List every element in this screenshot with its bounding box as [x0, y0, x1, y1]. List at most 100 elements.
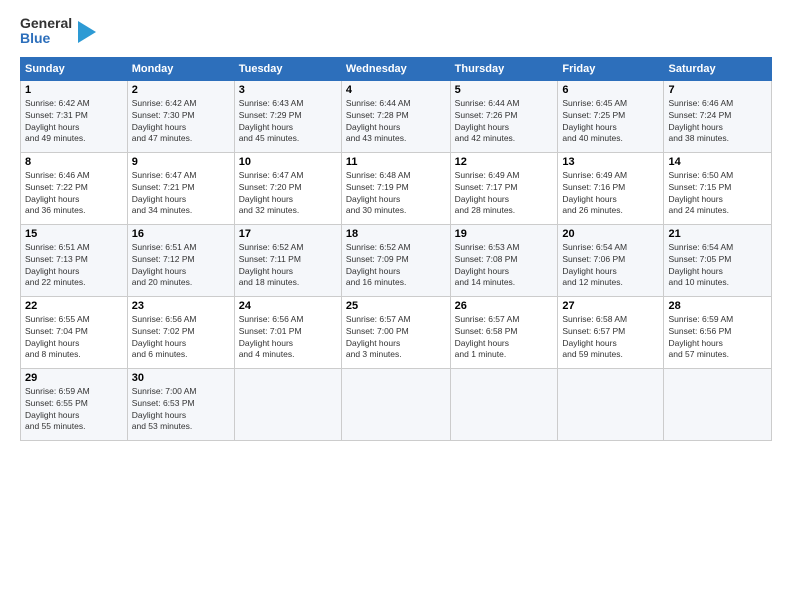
day-number: 18 — [346, 228, 446, 240]
day-number: 30 — [132, 372, 230, 384]
day-info: Sunrise: 6:42 AMSunset: 7:30 PMDaylight … — [132, 98, 230, 146]
day-info: Sunrise: 6:43 AMSunset: 7:29 PMDaylight … — [239, 98, 337, 146]
calendar-cell: 1 Sunrise: 6:42 AMSunset: 7:31 PMDaylight… — [21, 80, 128, 152]
day-number: 6 — [562, 84, 659, 96]
day-number: 16 — [132, 228, 230, 240]
calendar-cell: 9 Sunrise: 6:47 AMSunset: 7:21 PMDaylight… — [127, 152, 234, 224]
col-wednesday: Wednesday — [341, 57, 450, 80]
calendar-cell: 15Sunrise: 6:51 AMSunset: 7:13 PMDayligh… — [21, 224, 128, 296]
calendar-cell: 30 Sunrise: 7:00 AMSunset: 6:53 PMDayligh… — [127, 368, 234, 440]
day-info: Sunrise: 6:49 AMSunset: 7:16 PMDaylight … — [562, 170, 659, 218]
day-info: Sunrise: 6:56 AMSunset: 7:02 PMDaylight … — [132, 314, 230, 362]
day-info: Sunrise: 6:42 AMSunset: 7:31 PMDaylight … — [25, 98, 123, 146]
col-tuesday: Tuesday — [234, 57, 341, 80]
day-info: Sunrise: 6:57 AMSunset: 7:00 PMDaylight … — [346, 314, 446, 362]
calendar-cell: 6 Sunrise: 6:45 AMSunset: 7:25 PMDaylight… — [558, 80, 664, 152]
page-header: General Blue — [20, 16, 772, 47]
day-info: Sunrise: 7:00 AMSunset: 6:53 PMDaylight … — [132, 386, 230, 434]
calendar-cell: 19 Sunrise: 6:53 AMSunset: 7:08 PMDayligh… — [450, 224, 558, 296]
day-number: 21 — [668, 228, 767, 240]
day-info: Sunrise: 6:46 AMSunset: 7:24 PMDaylight … — [668, 98, 767, 146]
day-number: 14 — [668, 156, 767, 168]
day-number: 10 — [239, 156, 337, 168]
calendar-cell: 7 Sunrise: 6:46 AMSunset: 7:24 PMDaylight… — [664, 80, 772, 152]
day-info: Sunrise: 6:52 AMSunset: 7:09 PMDaylight … — [346, 242, 446, 290]
calendar-cell: 5 Sunrise: 6:44 AMSunset: 7:26 PMDaylight… — [450, 80, 558, 152]
calendar-cell: 27Sunrise: 6:58 AMSunset: 6:57 PMDayligh… — [558, 296, 664, 368]
day-number: 4 — [346, 84, 446, 96]
day-info: Sunrise: 6:45 AMSunset: 7:25 PMDaylight … — [562, 98, 659, 146]
logo-blue: Blue — [20, 31, 72, 46]
day-number: 20 — [562, 228, 659, 240]
calendar-cell: 13 Sunrise: 6:49 AMSunset: 7:16 PMDayligh… — [558, 152, 664, 224]
day-info: Sunrise: 6:44 AMSunset: 7:26 PMDaylight … — [455, 98, 554, 146]
day-info: Sunrise: 6:57 AMSunset: 6:58 PMDaylight … — [455, 314, 554, 362]
day-number: 15 — [25, 228, 123, 240]
col-sunday: Sunday — [21, 57, 128, 80]
logo-wordmark: General Blue — [20, 16, 72, 47]
day-info: Sunrise: 6:55 AMSunset: 7:04 PMDaylight … — [25, 314, 123, 362]
calendar-table: Sunday Monday Tuesday Wednesday Thursday… — [20, 57, 772, 441]
day-number: 1 — [25, 84, 123, 96]
day-info: Sunrise: 6:59 AMSunset: 6:56 PMDaylight … — [668, 314, 767, 362]
day-info: Sunrise: 6:50 AMSunset: 7:15 PMDaylight … — [668, 170, 767, 218]
calendar-cell: 11 Sunrise: 6:48 AMSunset: 7:19 PMDayligh… — [341, 152, 450, 224]
page-container: General Blue Sunday Monday Tuesday Wedne… — [0, 0, 792, 451]
day-info: Sunrise: 6:46 AMSunset: 7:22 PMDaylight … — [25, 170, 123, 218]
calendar-cell — [341, 368, 450, 440]
calendar-cell: 21Sunrise: 6:54 AMSunset: 7:05 PMDayligh… — [664, 224, 772, 296]
day-number: 19 — [455, 228, 554, 240]
day-number: 22 — [25, 300, 123, 312]
calendar-cell — [664, 368, 772, 440]
col-thursday: Thursday — [450, 57, 558, 80]
day-number: 8 — [25, 156, 123, 168]
logo-arrow-icon — [78, 21, 96, 43]
day-number: 7 — [668, 84, 767, 96]
calendar-cell: 28 Sunrise: 6:59 AMSunset: 6:56 PMDayligh… — [664, 296, 772, 368]
day-info: Sunrise: 6:48 AMSunset: 7:19 PMDaylight … — [346, 170, 446, 218]
calendar-cell: 2 Sunrise: 6:42 AMSunset: 7:30 PMDaylight… — [127, 80, 234, 152]
day-info: Sunrise: 6:47 AMSunset: 7:21 PMDaylight … — [132, 170, 230, 218]
day-number: 17 — [239, 228, 337, 240]
day-number: 25 — [346, 300, 446, 312]
day-number: 24 — [239, 300, 337, 312]
day-info: Sunrise: 6:51 AMSunset: 7:12 PMDaylight … — [132, 242, 230, 290]
calendar-cell: 29Sunrise: 6:59 AMSunset: 6:55 PMDayligh… — [21, 368, 128, 440]
day-number: 29 — [25, 372, 123, 384]
day-info: Sunrise: 6:44 AMSunset: 7:28 PMDaylight … — [346, 98, 446, 146]
day-info: Sunrise: 6:54 AMSunset: 7:06 PMDaylight … — [562, 242, 659, 290]
calendar-cell: 4 Sunrise: 6:44 AMSunset: 7:28 PMDaylight… — [341, 80, 450, 152]
calendar-cell — [450, 368, 558, 440]
col-friday: Friday — [558, 57, 664, 80]
logo-general: General — [20, 16, 72, 31]
calendar-cell — [558, 368, 664, 440]
calendar-cell: 8 Sunrise: 6:46 AMSunset: 7:22 PMDaylight… — [21, 152, 128, 224]
day-number: 5 — [455, 84, 554, 96]
calendar-cell: 25 Sunrise: 6:57 AMSunset: 7:00 PMDayligh… — [341, 296, 450, 368]
calendar-cell: 17 Sunrise: 6:52 AMSunset: 7:11 PMDayligh… — [234, 224, 341, 296]
calendar-cell: 14 Sunrise: 6:50 AMSunset: 7:15 PMDayligh… — [664, 152, 772, 224]
calendar-header: Sunday Monday Tuesday Wednesday Thursday… — [21, 57, 772, 80]
day-number: 26 — [455, 300, 554, 312]
calendar-cell: 22 Sunrise: 6:55 AMSunset: 7:04 PMDayligh… — [21, 296, 128, 368]
day-info: Sunrise: 6:53 AMSunset: 7:08 PMDaylight … — [455, 242, 554, 290]
day-number: 9 — [132, 156, 230, 168]
calendar-cell: 10Sunrise: 6:47 AMSunset: 7:20 PMDayligh… — [234, 152, 341, 224]
day-info: Sunrise: 6:52 AMSunset: 7:11 PMDaylight … — [239, 242, 337, 290]
day-number: 28 — [668, 300, 767, 312]
day-number: 13 — [562, 156, 659, 168]
day-number: 2 — [132, 84, 230, 96]
calendar-cell: 23 Sunrise: 6:56 AMSunset: 7:02 PMDayligh… — [127, 296, 234, 368]
day-number: 23 — [132, 300, 230, 312]
day-number: 12 — [455, 156, 554, 168]
calendar-cell: 20 Sunrise: 6:54 AMSunset: 7:06 PMDayligh… — [558, 224, 664, 296]
calendar-cell: 12Sunrise: 6:49 AMSunset: 7:17 PMDayligh… — [450, 152, 558, 224]
day-number: 11 — [346, 156, 446, 168]
calendar-cell: 3Sunrise: 6:43 AMSunset: 7:29 PMDaylight… — [234, 80, 341, 152]
calendar-cell — [234, 368, 341, 440]
col-saturday: Saturday — [664, 57, 772, 80]
logo: General Blue — [20, 16, 96, 47]
day-info: Sunrise: 6:58 AMSunset: 6:57 PMDaylight … — [562, 314, 659, 362]
calendar-cell: 26 Sunrise: 6:57 AMSunset: 6:58 PMDayligh… — [450, 296, 558, 368]
calendar-body: 1 Sunrise: 6:42 AMSunset: 7:31 PMDaylight… — [21, 80, 772, 440]
